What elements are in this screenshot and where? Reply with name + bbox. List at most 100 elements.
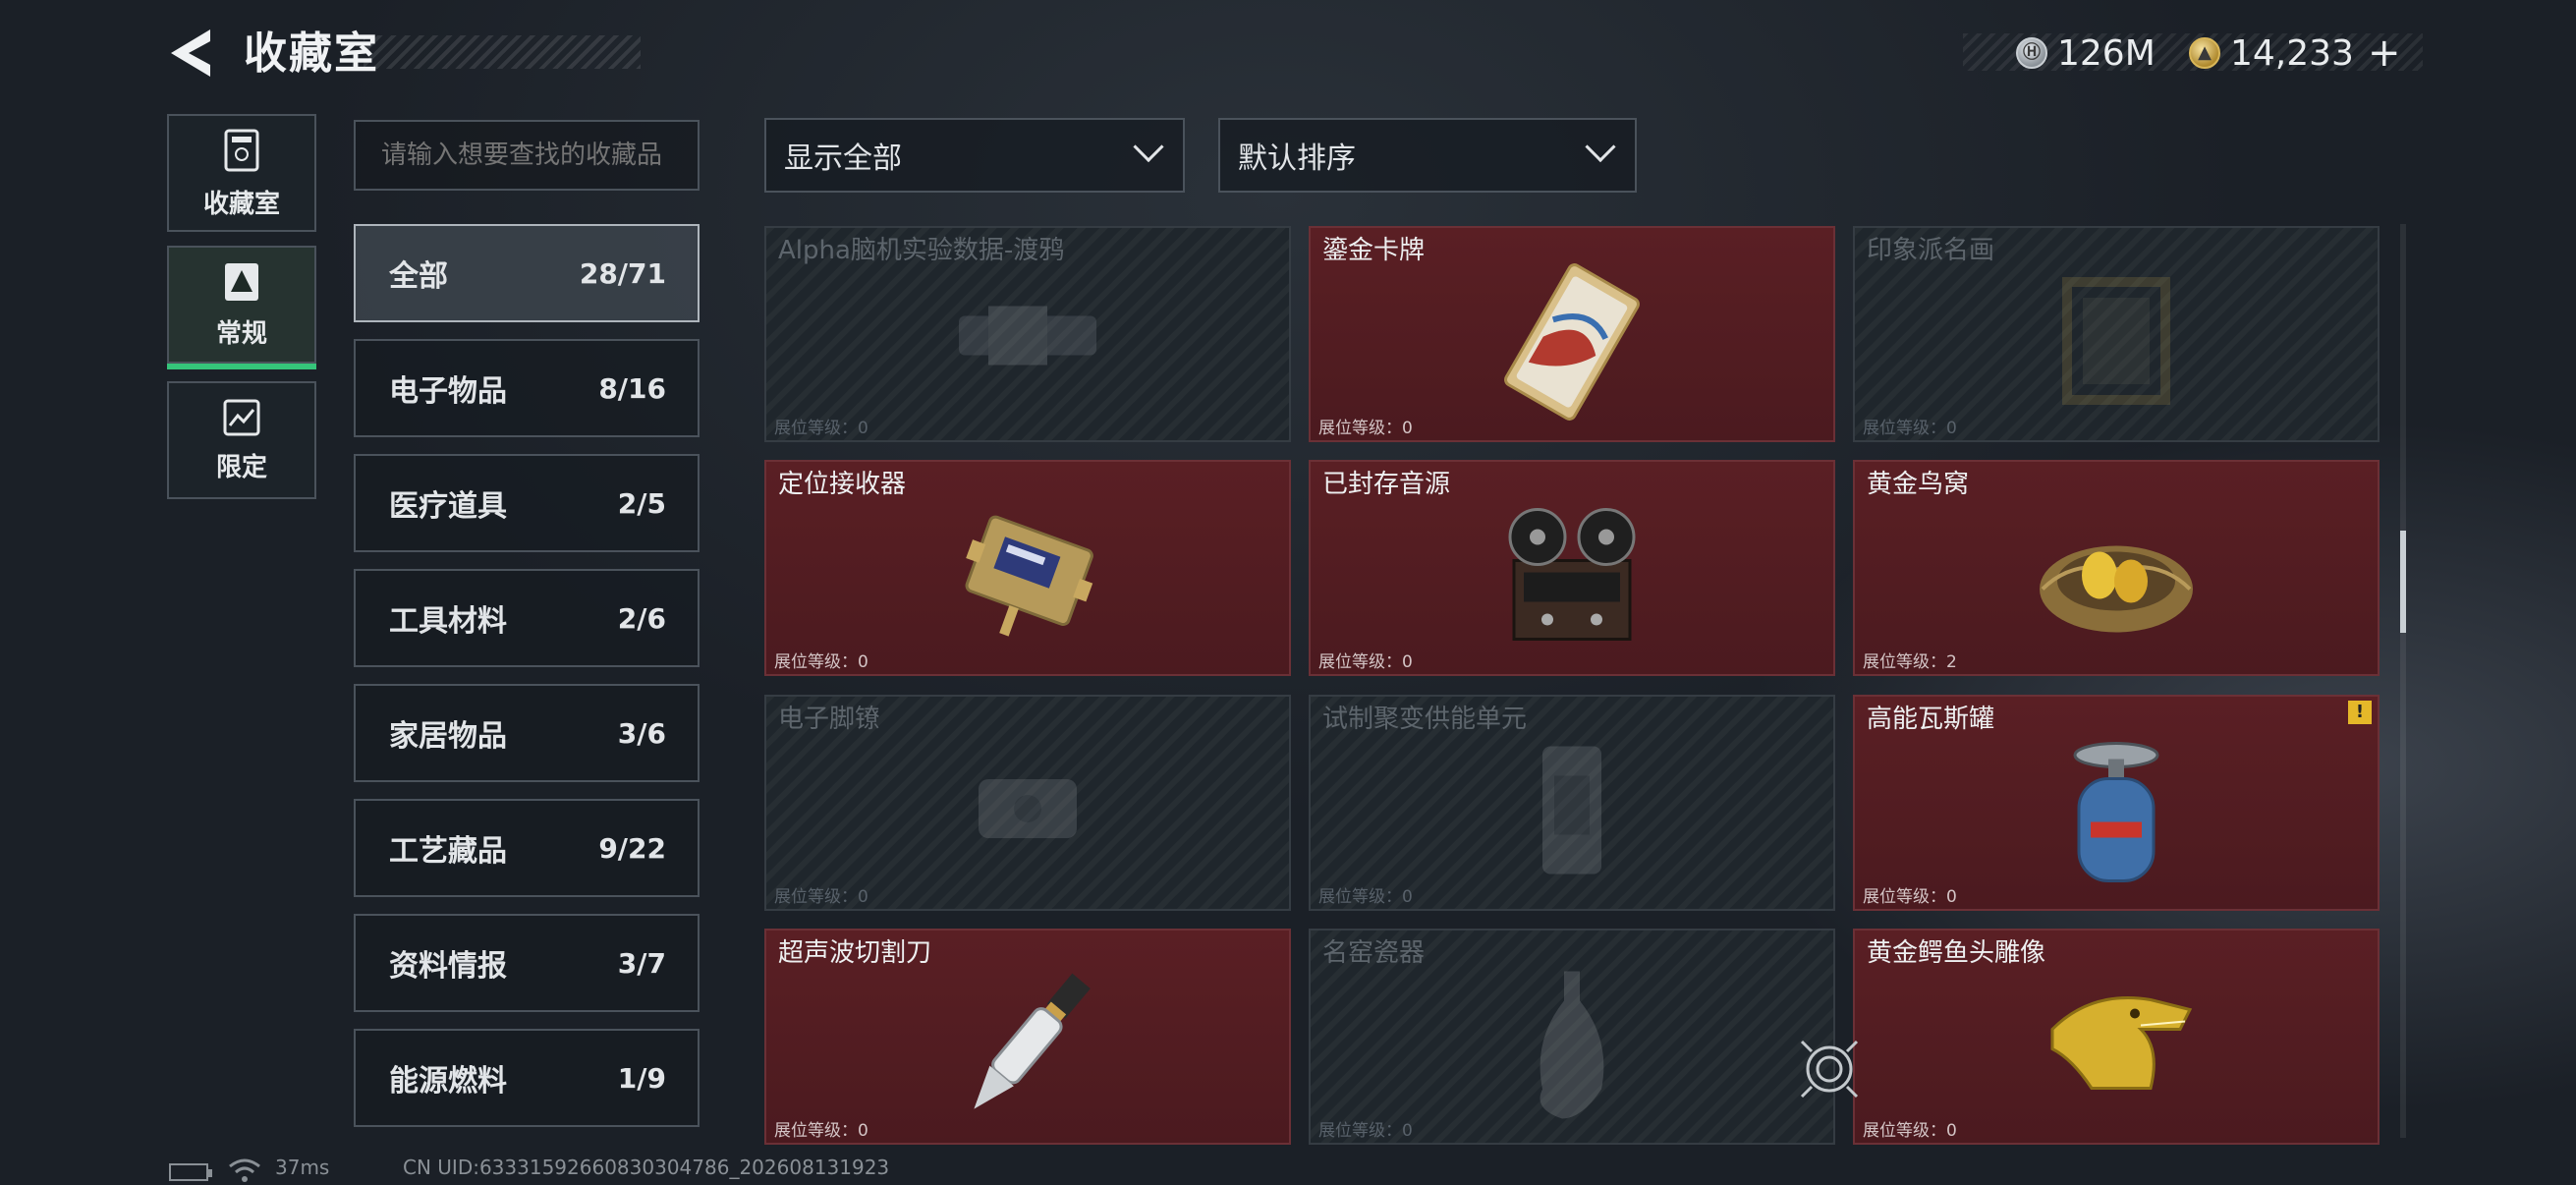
item-name: 印象派名画 <box>1867 236 1995 265</box>
item-name: 已封存音源 <box>1322 470 1451 499</box>
item-level: 展位等级：2 <box>1863 652 1957 672</box>
item-image <box>2040 545 2193 633</box>
add-currency-button[interactable]: + <box>2368 30 2401 76</box>
category-name: 医疗道具 <box>389 489 507 524</box>
item-name: 电子脚镣 <box>778 705 881 734</box>
item-card[interactable]: 黄金鸟窝 展位等级：2 <box>1853 460 2380 676</box>
item-level: 展位等级：0 <box>774 652 868 672</box>
item-card[interactable]: 鎏金卡牌 展位等级：0 <box>1309 226 1835 442</box>
gold-coin-icon: ▲ <box>2189 37 2220 69</box>
title-decoration <box>364 35 641 69</box>
category-medical[interactable]: 医疗道具 2/5 <box>354 454 700 552</box>
item-card[interactable]: 已封存音源 展位等级：0 <box>1309 460 1835 676</box>
item-image <box>959 306 1096 366</box>
chevron-down-icon <box>1585 131 1616 163</box>
ping-text: 37ms <box>275 1156 330 1179</box>
page-title: 收藏室 <box>244 28 379 79</box>
item-image <box>979 779 1077 838</box>
category-count: 2/5 <box>617 486 666 520</box>
item-image <box>2062 277 2170 405</box>
category-tools[interactable]: 工具材料 2/6 <box>354 569 700 667</box>
sort-dropdown[interactable]: 默认排序 <box>1218 118 1637 193</box>
item-card[interactable]: 名窑瓷器 展位等级：0 <box>1309 929 1835 1145</box>
item-image <box>1540 971 1604 1119</box>
category-count: 8/16 <box>598 371 666 405</box>
item-image <box>1508 508 1636 641</box>
item-name: 试制聚变供能单元 <box>1322 705 1528 734</box>
display-filter-value: 显示全部 <box>784 141 902 176</box>
collection-room-icon <box>224 129 259 171</box>
category-name: 能源燃料 <box>389 1064 507 1099</box>
silver-coin-icon: Ⓗ <box>2016 37 2047 69</box>
category-name: 工具材料 <box>389 604 507 639</box>
category-count: 28/71 <box>579 256 666 290</box>
wifi-icon <box>229 1158 260 1182</box>
item-card[interactable]: 高能瓦斯罐 ! 展位等级：0 <box>1853 695 2380 911</box>
item-card[interactable]: 定位接收器 展位等级：0 <box>764 460 1291 676</box>
item-image <box>2050 996 2193 1090</box>
category-count: 9/22 <box>598 831 666 865</box>
item-name: 名窑瓷器 <box>1322 938 1426 968</box>
item-name: Alpha脑机实验数据-渡鸦 <box>778 236 1065 265</box>
item-card[interactable]: 黄金鳄鱼头雕像 展位等级：0 <box>1853 929 2380 1145</box>
search-input[interactable] <box>354 120 700 191</box>
item-image <box>965 515 1093 637</box>
item-level: 展位等级：0 <box>1318 887 1413 907</box>
currency-gold: ▲ 14,233 + <box>2189 29 2400 77</box>
category-count: 1/9 <box>617 1061 666 1095</box>
limited-icon <box>223 399 260 435</box>
chevron-down-icon <box>1133 131 1164 163</box>
item-level: 展位等级：0 <box>774 419 868 438</box>
category-name: 家居物品 <box>389 719 507 754</box>
item-card[interactable]: Alpha脑机实验数据-渡鸦 展位等级：0 <box>764 226 1291 442</box>
item-name: 黄金鳄鱼头雕像 <box>1867 938 2046 968</box>
item-card[interactable]: 试制聚变供能单元 展位等级：0 <box>1309 695 1835 911</box>
category-intel[interactable]: 资料情报 3/7 <box>354 914 700 1012</box>
display-filter-dropdown[interactable]: 显示全部 <box>764 118 1185 193</box>
category-name: 工艺藏品 <box>389 834 507 869</box>
silver-amount: 126M <box>2057 32 2156 74</box>
item-name: 超声波切割刀 <box>778 938 932 968</box>
nav-label: 常规 <box>215 318 267 349</box>
scrollbar-thumb[interactable] <box>2400 531 2406 633</box>
item-card[interactable]: 电子脚镣 展位等级：0 <box>764 695 1291 911</box>
item-level: 展位等级：0 <box>1863 419 1957 438</box>
uid-text: CN UID:6333159266083030478​6_20260813192… <box>403 1156 890 1179</box>
item-image <box>2073 742 2159 882</box>
crosshair-icon <box>1800 1040 1859 1099</box>
item-name: 鎏金卡牌 <box>1322 236 1426 265</box>
item-level: 展位等级：0 <box>774 1121 868 1141</box>
item-level: 展位等级：0 <box>1318 419 1413 438</box>
nav-label: 收藏室 <box>202 189 280 219</box>
item-level: 展位等级：0 <box>1863 887 1957 907</box>
category-count: 2/6 <box>617 601 666 635</box>
locate-button[interactable] <box>1798 1038 1861 1100</box>
item-card[interactable]: 超声波切割刀 展位等级：0 <box>764 929 1291 1145</box>
item-level: 展位等级：0 <box>1318 652 1413 672</box>
item-image <box>1504 263 1640 421</box>
category-count: 3/6 <box>617 716 666 750</box>
category-fuel[interactable]: 能源燃料 1/9 <box>354 1029 700 1127</box>
item-level: 展位等级：0 <box>1318 1121 1413 1141</box>
nav-tab-limited[interactable]: 限定 <box>167 381 316 499</box>
item-name: 黄金鸟窝 <box>1867 470 1970 499</box>
item-name: 高能瓦斯罐 <box>1867 705 1995 734</box>
nav-label: 限定 <box>215 452 267 482</box>
back-arrow-icon <box>171 29 210 77</box>
nav-tab-collection-room[interactable]: 收藏室 <box>167 114 316 232</box>
item-level: 展位等级：0 <box>1863 1121 1957 1141</box>
scrollbar-track <box>2400 224 2406 1138</box>
warning-badge: ! <box>2348 701 2372 724</box>
battery-icon <box>169 1163 212 1181</box>
category-household[interactable]: 家居物品 3/6 <box>354 684 700 782</box>
category-crafts[interactable]: 工艺藏品 9/22 <box>354 799 700 897</box>
category-electronics[interactable]: 电子物品 8/16 <box>354 339 700 437</box>
category-name: 资料情报 <box>389 949 507 984</box>
currency-silver: Ⓗ 126M <box>2016 29 2156 77</box>
gold-amount: 14,233 <box>2230 32 2354 74</box>
item-card[interactable]: 印象派名画 展位等级：0 <box>1853 226 2380 442</box>
category-name: 电子物品 <box>389 374 507 409</box>
back-button[interactable] <box>165 26 214 81</box>
nav-tab-regular[interactable]: 常规 <box>167 246 316 369</box>
category-all[interactable]: 全部 28/71 <box>354 224 700 322</box>
